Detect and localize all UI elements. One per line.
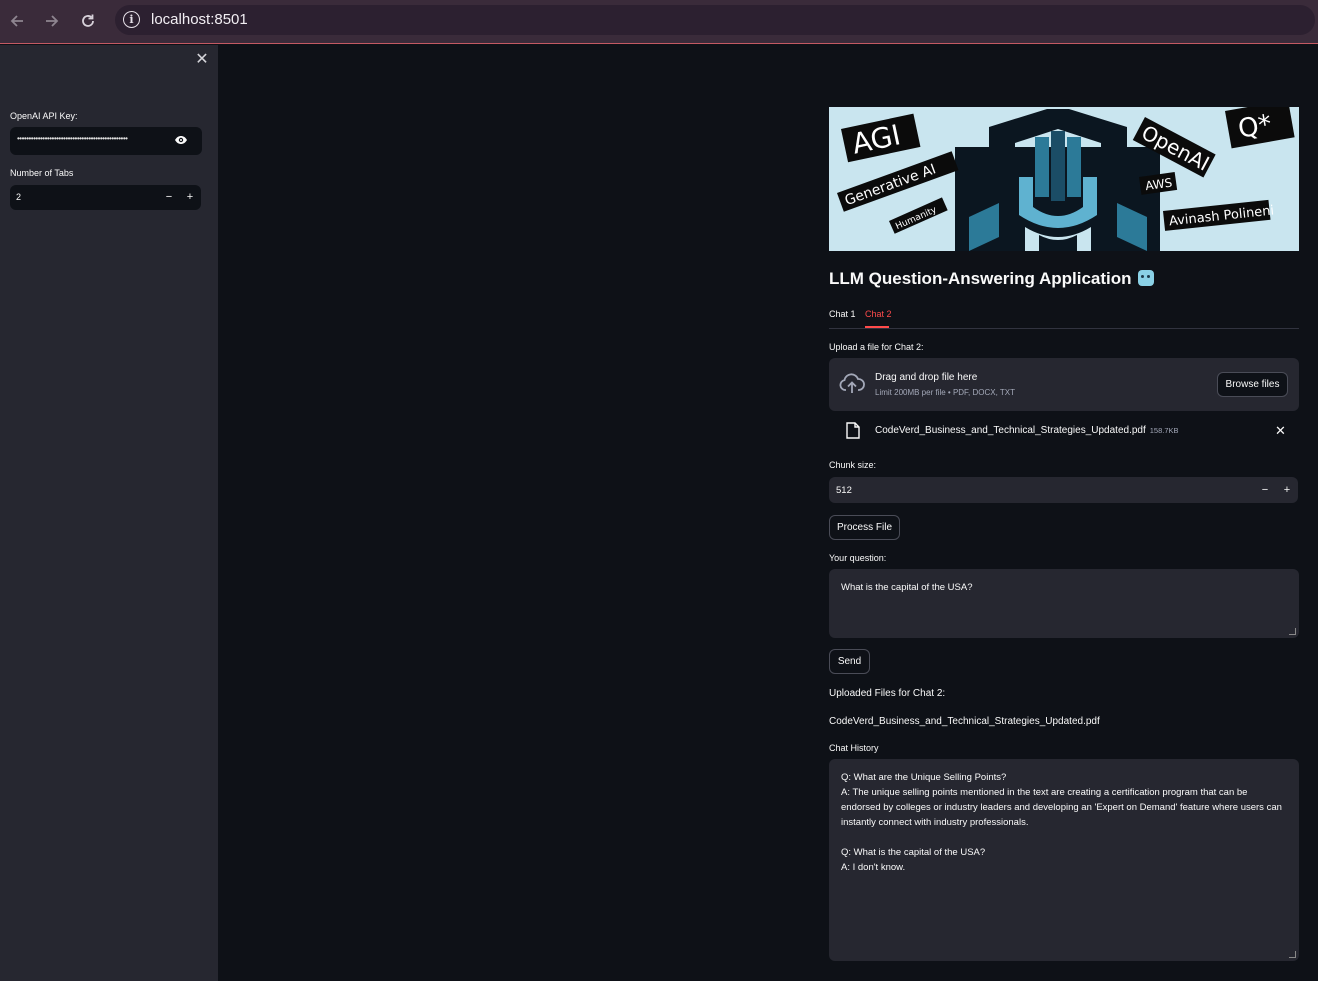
show-password-eye-icon[interactable] <box>174 133 188 147</box>
chunk-size-value: 512 <box>836 485 852 496</box>
num-tabs-value: 2 <box>16 192 22 202</box>
tab-chat-2[interactable]: Chat 2 <box>865 309 892 319</box>
upload-label: Upload a file for Chat 2: <box>829 342 924 352</box>
reload-icon[interactable] <box>77 10 99 32</box>
num-tabs-decrement-button[interactable]: − <box>162 189 176 205</box>
api-key-label: OpenAI API Key: <box>10 111 78 121</box>
cloud-upload-icon <box>839 373 865 395</box>
chunk-size-input[interactable]: 512 − + <box>829 477 1298 503</box>
browser-toolbar: i localhost:8501 <box>0 0 1318 44</box>
uploaded-files-heading: Uploaded Files for Chat 2: <box>829 688 946 699</box>
main-content: AGI Generative AI Humanity OpenAI Q* AWS… <box>218 45 1318 981</box>
api-key-masked-value: ••••••••••••••••••••••••••••••••••••••••… <box>17 134 128 143</box>
uploaded-file-row: CodeVerd_Business_and_Technical_Strategi… <box>829 419 1299 443</box>
chunk-size-label: Chunk size: <box>829 460 877 470</box>
api-key-input[interactable]: ••••••••••••••••••••••••••••••••••••••••… <box>10 127 202 155</box>
num-tabs-label: Number of Tabs <box>10 168 74 178</box>
num-tabs-increment-button[interactable]: + <box>183 189 197 205</box>
chunk-size-increment-button[interactable]: + <box>1280 482 1294 498</box>
back-arrow-icon[interactable] <box>6 10 28 32</box>
file-dropzone[interactable]: Drag and drop file here Limit 200MB per … <box>829 358 1299 411</box>
resize-handle[interactable] <box>1289 628 1296 635</box>
forward-arrow-icon[interactable] <box>41 10 63 32</box>
robot-icon <box>1137 270 1154 286</box>
active-tab-indicator <box>865 326 889 328</box>
page-title-text: LLM Question-Answering Application <box>829 269 1132 288</box>
process-file-button[interactable]: Process File <box>829 515 900 540</box>
file-name-text: CodeVerd_Business_and_Technical_Strategi… <box>875 425 1146 436</box>
uploaded-file-name: CodeVerd_Business_and_Technical_Strategi… <box>875 425 1179 436</box>
question-text: What is the capital of the USA? <box>841 582 973 593</box>
address-bar[interactable]: i localhost:8501 <box>115 5 1315 35</box>
file-size: 158.7KB <box>1149 426 1179 435</box>
close-sidebar-icon[interactable]: ✕ <box>195 51 209 69</box>
tab-chat-1[interactable]: Chat 1 <box>829 309 856 319</box>
chunk-size-decrement-button[interactable]: − <box>1258 482 1272 498</box>
url-text: localhost:8501 <box>151 11 248 28</box>
file-document-icon <box>846 422 860 439</box>
question-textarea[interactable]: What is the capital of the USA? <box>829 569 1299 638</box>
remove-file-icon[interactable]: ✕ <box>1275 423 1286 439</box>
site-info-icon[interactable]: i <box>123 11 140 28</box>
banner-image: AGI Generative AI Humanity OpenAI Q* AWS… <box>829 107 1299 251</box>
chat-history-text: Q: What are the Unique Selling Points? A… <box>841 772 1282 873</box>
upload-limit-text: Limit 200MB per file • PDF, DOCX, TXT <box>875 388 1016 397</box>
chat-history-label: Chat History <box>829 743 879 753</box>
num-tabs-input[interactable]: 2 − + <box>10 185 201 210</box>
chat-history-textarea[interactable]: Q: What are the Unique Selling Points? A… <box>829 759 1299 961</box>
chat-tabs: Chat 1 Chat 2 <box>829 307 1299 329</box>
svg-text:Q*: Q* <box>1236 109 1274 144</box>
resize-handle[interactable] <box>1289 951 1296 958</box>
page-title: LLM Question-Answering Application <box>829 269 1154 289</box>
browse-files-button[interactable]: Browse files <box>1217 372 1288 397</box>
sidebar: ✕ OpenAI API Key: ••••••••••••••••••••••… <box>0 45 218 981</box>
send-button[interactable]: Send <box>829 649 870 674</box>
uploaded-file-list-item: CodeVerd_Business_and_Technical_Strategi… <box>829 716 1100 727</box>
question-label: Your question: <box>829 553 887 563</box>
drop-instructions: Drag and drop file here <box>875 372 978 383</box>
